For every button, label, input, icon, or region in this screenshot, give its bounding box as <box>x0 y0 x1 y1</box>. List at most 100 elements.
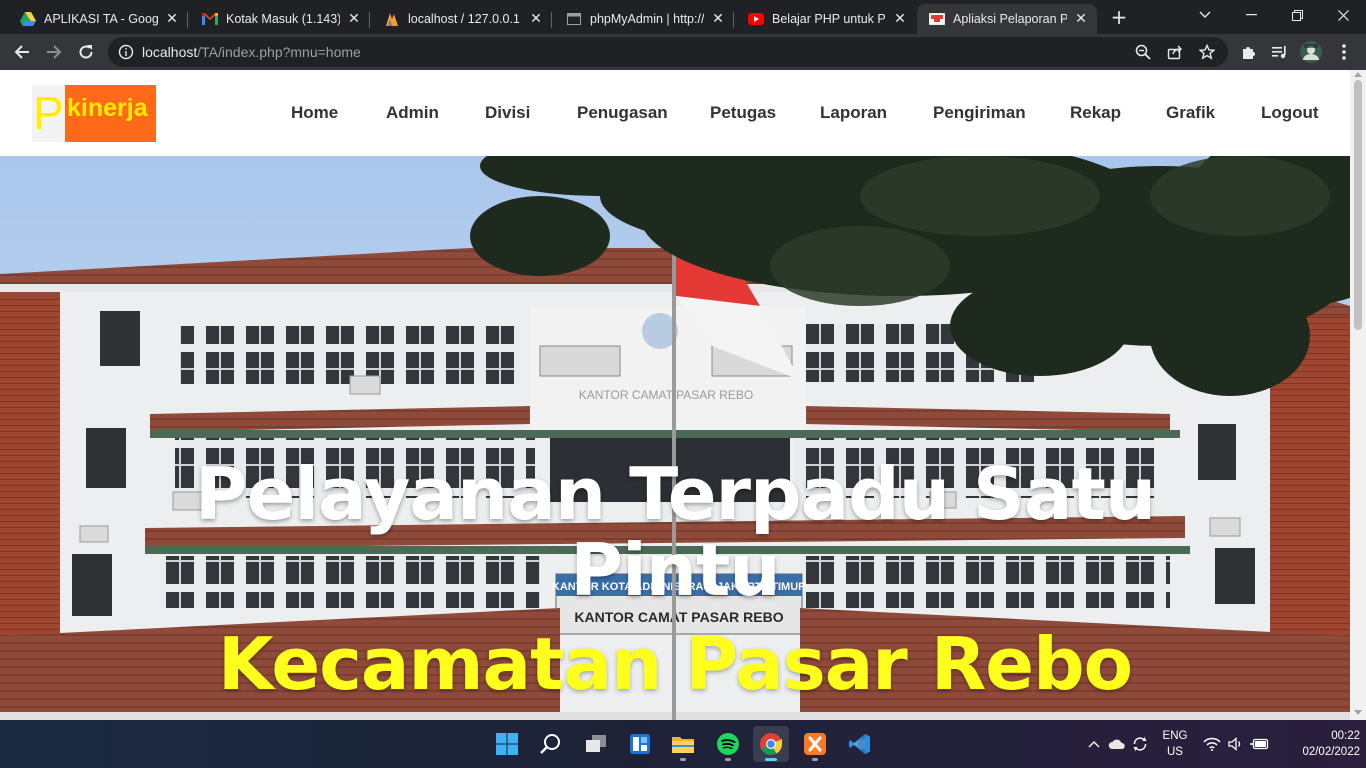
nav-home[interactable]: Home <box>291 103 338 123</box>
scroll-down-arrow[interactable] <box>1354 710 1362 715</box>
taskbar-search-button[interactable] <box>533 726 569 762</box>
tab-youtube[interactable]: Belajar PHP untuk PEM ✕ <box>736 4 916 34</box>
close-icon[interactable]: ✕ <box>164 11 180 27</box>
language-code: ENG <box>1162 730 1188 742</box>
zoom-icon[interactable] <box>1134 43 1152 61</box>
close-icon[interactable]: ✕ <box>710 11 726 27</box>
clock-time: 00:22 <box>1331 730 1360 742</box>
battery-icon[interactable] <box>1250 734 1270 754</box>
youtube-icon <box>748 11 764 27</box>
gmail-icon <box>202 11 218 27</box>
reload-button[interactable] <box>73 39 99 65</box>
task-view-icon <box>586 735 606 752</box>
logo-letter: P <box>32 85 65 142</box>
arrow-left-icon <box>14 45 29 59</box>
restore-button[interactable] <box>1274 0 1320 30</box>
wifi-icon[interactable] <box>1202 734 1222 754</box>
sync-icon[interactable] <box>1130 734 1150 754</box>
tab-title: Apliaksi Pelaporan PTS <box>953 12 1067 26</box>
taskbar-vscode[interactable] <box>842 726 878 762</box>
close-icon[interactable]: ✕ <box>892 11 908 27</box>
nav-rekap[interactable]: Rekap <box>1070 103 1121 123</box>
nav-laporan[interactable]: Laporan <box>820 103 887 123</box>
page-scrollbar[interactable] <box>1350 70 1366 720</box>
nav-admin[interactable]: Admin <box>386 103 439 123</box>
tab-separator <box>733 12 734 28</box>
nav-divisi[interactable]: Divisi <box>485 103 530 123</box>
tab-search-button[interactable] <box>1182 0 1228 30</box>
volume-icon[interactable] <box>1226 734 1246 754</box>
browser-toolbar: localhost/TA/index.php?mnu=home <box>0 34 1366 70</box>
running-indicator <box>680 758 686 761</box>
tab-title: APLIKASI TA - Google <box>44 12 158 26</box>
tab-separator <box>551 12 552 28</box>
tab-title: localhost / 127.0.0.1 / <box>408 12 522 26</box>
forward-button[interactable] <box>41 39 67 65</box>
building-sign-upper: KANTOR CAMAT PASAR REBO <box>579 388 753 402</box>
close-window-button[interactable] <box>1320 0 1366 30</box>
page-icon <box>566 11 582 27</box>
site-header: P kinerja Home Admin Divisi Penugasan Pe… <box>0 70 1350 156</box>
close-icon[interactable]: ✕ <box>346 11 362 27</box>
start-button[interactable] <box>489 726 525 762</box>
scroll-up-arrow[interactable] <box>1354 72 1362 77</box>
file-explorer-icon <box>672 737 694 753</box>
task-view-button[interactable] <box>578 726 614 762</box>
close-icon <box>1337 9 1349 21</box>
profile-avatar[interactable] <box>1300 41 1322 63</box>
windows-taskbar: ENG US 00:22 02/02/2022 <box>0 720 1366 768</box>
tab-separator <box>187 12 188 28</box>
url-path: /TA/index.php?mnu=home <box>197 44 361 60</box>
xampp-icon <box>804 733 826 755</box>
taskbar-chrome[interactable] <box>753 726 789 762</box>
nav-penugasan[interactable]: Penugasan <box>577 103 668 123</box>
close-icon[interactable]: ✕ <box>1073 11 1089 27</box>
nav-petugas[interactable]: Petugas <box>710 103 776 123</box>
share-icon[interactable] <box>1166 43 1184 61</box>
tab-title: Belajar PHP untuk PEM <box>772 12 886 26</box>
minimize-button[interactable] <box>1228 0 1274 30</box>
chevron-up-icon[interactable] <box>1084 734 1104 754</box>
site-flag-icon <box>929 11 945 27</box>
media-control-icon[interactable] <box>1270 42 1290 62</box>
widgets-icon <box>630 734 650 754</box>
clock-date: 02/02/2022 <box>1302 746 1360 758</box>
nav-grafik[interactable]: Grafik <box>1166 103 1215 123</box>
taskbar-file-explorer[interactable] <box>665 726 701 762</box>
onedrive-cloud-icon[interactable] <box>1107 734 1127 754</box>
site-logo[interactable]: P kinerja <box>32 85 156 142</box>
phpmyadmin-icon <box>384 11 400 27</box>
taskbar-spotify[interactable] <box>710 726 746 762</box>
new-tab-button[interactable]: + <box>1108 6 1130 28</box>
running-indicator <box>725 758 731 761</box>
back-button[interactable] <box>9 39 35 65</box>
nav-pengiriman[interactable]: Pengiriman <box>933 103 1026 123</box>
tab-google-drive[interactable]: APLIKASI TA - Google ✕ <box>8 4 188 34</box>
spotify-icon <box>717 733 739 755</box>
tab-active-pelaporan[interactable]: Apliaksi Pelaporan PTS ✕ <box>917 4 1097 34</box>
info-icon[interactable] <box>118 44 134 60</box>
web-page: P kinerja Home Admin Divisi Penugasan Pe… <box>0 70 1366 720</box>
nav-logout[interactable]: Logout <box>1261 103 1319 123</box>
kebab-menu-icon[interactable] <box>1334 42 1354 62</box>
widgets-button[interactable] <box>622 726 658 762</box>
vscode-icon <box>849 734 870 754</box>
running-indicator <box>765 758 777 761</box>
region-code: US <box>1167 746 1183 758</box>
tab-phpmyadmin[interactable]: phpMyAdmin | http:// ✕ <box>554 4 734 34</box>
url-text[interactable]: localhost/TA/index.php?mnu=home <box>142 44 361 60</box>
tab-strip: APLIKASI TA - Google ✕ Kotak Masuk (1.14… <box>0 0 1366 34</box>
close-icon[interactable]: ✕ <box>528 11 544 27</box>
taskbar-xampp[interactable] <box>797 726 833 762</box>
bookmark-star-icon[interactable] <box>1198 43 1216 61</box>
extensions-icon[interactable] <box>1238 42 1258 62</box>
tab-title: Kotak Masuk (1.143) - <box>226 12 340 26</box>
tab-localhost-phpmyadmin[interactable]: localhost / 127.0.0.1 / ✕ <box>372 4 552 34</box>
scroll-thumb[interactable] <box>1354 80 1362 330</box>
tab-gmail[interactable]: Kotak Masuk (1.143) - ✕ <box>190 4 370 34</box>
restore-icon <box>1291 9 1303 21</box>
reload-icon <box>79 45 93 59</box>
address-bar[interactable]: localhost/TA/index.php?mnu=home <box>108 37 1228 67</box>
url-host: localhost <box>142 44 198 60</box>
hero-subtitle: Kecamatan Pasar Rebo <box>217 622 1133 706</box>
